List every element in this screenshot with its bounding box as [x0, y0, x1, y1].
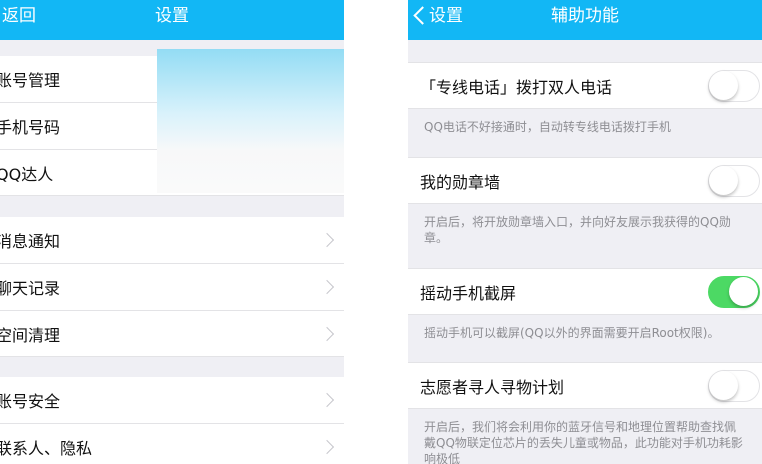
item-label: 摇动手机截屏	[420, 283, 517, 303]
item-label: 账号管理	[0, 71, 61, 90]
item-label: 消息通知	[0, 232, 61, 251]
setting-row-dedicated-call: 「专线电话」拨打双人电话	[408, 62, 762, 109]
toggle-switch[interactable]	[708, 69, 760, 102]
chevron-right-icon	[319, 326, 335, 341]
item-description: 开启后，将开放勋章墙入口，并向好友展示我获得的QQ勋章。	[424, 215, 731, 245]
chevron-right-icon	[319, 232, 335, 248]
blurred-overlay	[157, 49, 344, 193]
item-description: 开启后，我们将会利用你的蓝牙信号和地理位置帮助查找佩戴QQ物联定位芯片的丢失儿童…	[424, 420, 743, 464]
setting-row-volunteer-search: 志愿者寻人寻物计划	[408, 362, 762, 409]
chevron-right-icon	[319, 279, 335, 295]
nav-bar: 设置 辅助功能	[408, 0, 762, 40]
settings-screen: 返回 设置 账号管理 手机号码 QQ达人 消息通知 聊天记录 空间清理 账号安全…	[0, 0, 344, 464]
setting-row-medal-wall: 我的勋章墙	[408, 157, 762, 204]
item-label: 志愿者寻人寻物计划	[420, 377, 565, 397]
nav-bar: 返回 设置	[0, 0, 344, 40]
settings-item-privacy[interactable]: 联系人、隐私	[0, 424, 344, 464]
page-title: 辅助功能	[551, 6, 619, 26]
toggle-switch[interactable]	[708, 369, 760, 402]
item-description: QQ电话不好接通时，自动转专线电话拨打手机	[424, 120, 671, 134]
item-label: 联系人、隐私	[0, 439, 93, 458]
item-label: 我的勋章墙	[420, 172, 501, 192]
toggle-switch[interactable]	[708, 275, 760, 308]
settings-item-chat-history[interactable]: 聊天记录	[0, 264, 344, 311]
item-label: 聊天记录	[0, 279, 61, 298]
settings-item-notifications[interactable]: 消息通知	[0, 217, 344, 264]
settings-item-storage[interactable]: 空间清理	[0, 311, 344, 357]
page-title: 设置	[155, 6, 189, 26]
item-label: 空间清理	[0, 325, 61, 345]
chevron-right-icon	[319, 392, 335, 408]
item-label: 账号安全	[0, 392, 61, 411]
item-label: QQ达人	[0, 164, 54, 184]
item-label: 手机号码	[0, 118, 61, 137]
setting-row-shake-screenshot: 摇动手机截屏	[408, 268, 762, 315]
item-description: 摇动手机可以截屏(QQ以外的界面需要开启Root权限)。	[424, 326, 720, 340]
toggle-switch[interactable]	[708, 164, 760, 197]
chevron-right-icon	[319, 439, 335, 455]
accessibility-screen: 设置 辅助功能 「专线电话」拨打双人电话 QQ电话不好接通时，自动转专线电话拨打…	[408, 0, 762, 464]
settings-item-security[interactable]: 账号安全	[0, 377, 344, 424]
item-label: 「专线电话」拨打双人电话	[420, 77, 613, 97]
